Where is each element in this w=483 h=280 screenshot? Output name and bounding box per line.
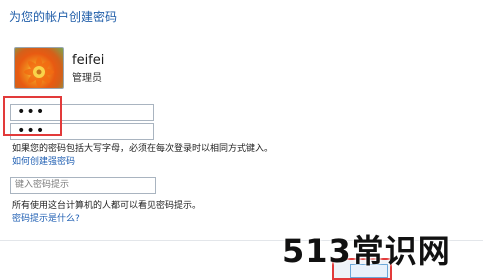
page-title: 为您的帐户创建密码 [9, 10, 118, 24]
user-avatar [14, 47, 64, 89]
user-role: 管理员 [72, 73, 102, 84]
what-is-hint-link[interactable]: 密码提示是什么? [12, 211, 80, 224]
password-hint-input[interactable]: 键入密码提示 [10, 177, 156, 194]
highlight-box [3, 96, 62, 136]
user-name: feifei [72, 53, 105, 68]
strong-password-link[interactable]: 如何创建强密码 [12, 154, 75, 167]
watermark-logo: 513常识网 [282, 232, 451, 270]
flower-icon [24, 57, 54, 87]
hint-visibility-note: 所有使用这台计算机的人都可以看见密码提示。 [12, 201, 202, 211]
password-case-info: 如果您的密码包括大写字母，必须在每次登录时以相同方式键入。 [12, 144, 274, 154]
